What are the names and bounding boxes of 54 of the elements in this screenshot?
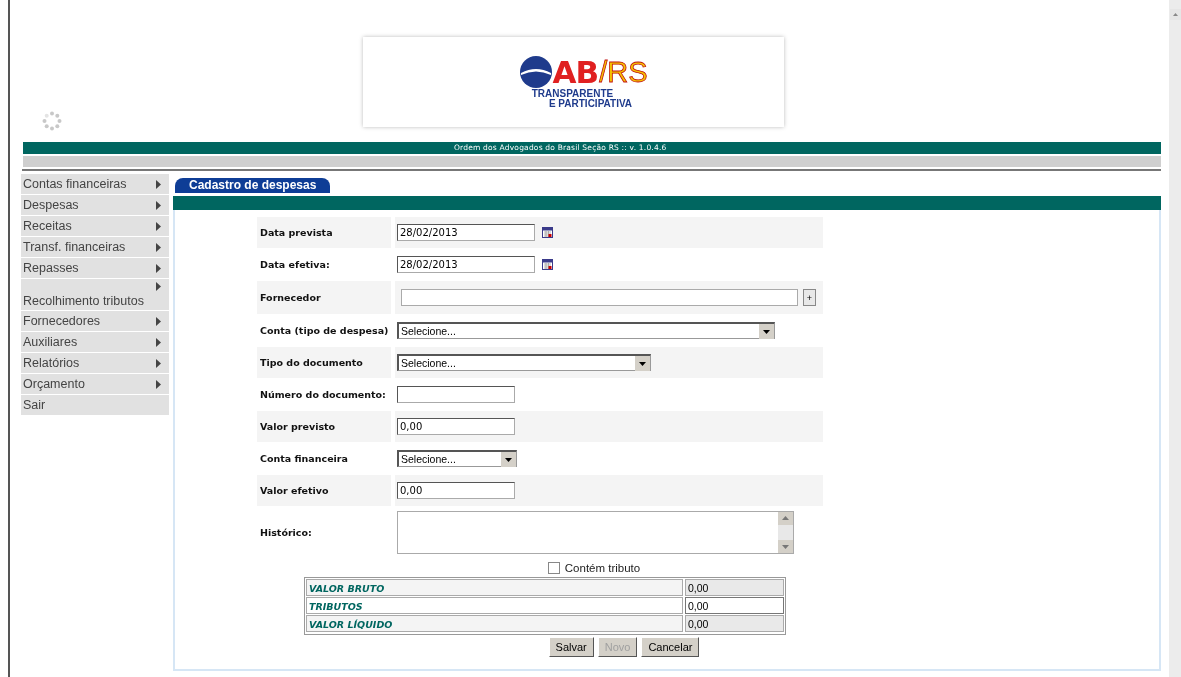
table-cell: TRIBUTOS bbox=[306, 597, 683, 614]
field-label: Histórico: bbox=[260, 526, 312, 538]
field-label: Data prevista bbox=[260, 227, 333, 238]
menu-item[interactable]: Sair bbox=[21, 395, 169, 415]
menu-item[interactable]: Orçamento bbox=[21, 374, 169, 394]
checkbox-label: Contém tributo bbox=[564, 562, 641, 574]
table-cell: 0,00 bbox=[685, 579, 784, 596]
field-label: Valor efetivo bbox=[260, 485, 329, 496]
scrollbar-icon bbox=[778, 511, 793, 553]
dropdown[interactable]: Selecione... bbox=[397, 322, 775, 339]
field-label: Conta (tipo de despesa) bbox=[260, 325, 389, 336]
menu-item[interactable]: Recolhimento tributos bbox=[21, 279, 169, 310]
field-label: Tipo do documento bbox=[260, 357, 363, 368]
loading-spinner-icon bbox=[42, 111, 62, 131]
menu-item[interactable]: Receitas bbox=[21, 216, 169, 236]
scrollbar[interactable] bbox=[1169, 0, 1181, 677]
table-cell: 0,00 bbox=[685, 615, 784, 632]
globe-icon bbox=[519, 56, 552, 88]
logo-tagline: TRANSPARENTE bbox=[531, 88, 614, 100]
menu-item[interactable]: Fornecedores bbox=[21, 311, 169, 331]
date-field[interactable]: 28/02/2013 bbox=[397, 256, 535, 273]
menu-item[interactable]: Repasses bbox=[21, 258, 169, 278]
date-field[interactable]: 28/02/2013 bbox=[397, 224, 535, 241]
input-field[interactable]: 0,00 bbox=[397, 418, 515, 435]
form-button[interactable]: Salvar bbox=[548, 637, 594, 657]
input-field[interactable] bbox=[397, 386, 515, 403]
menu-item[interactable]: Transf. financeiras bbox=[21, 237, 169, 257]
table-cell: VALOR BRUTO bbox=[306, 579, 683, 596]
menu-item[interactable]: Contas financeiras bbox=[21, 174, 169, 194]
supplier-field[interactable] bbox=[401, 289, 798, 306]
field-label: Número do documento: bbox=[260, 389, 386, 400]
add-button[interactable]: + bbox=[803, 289, 816, 306]
logo-text: /RS bbox=[599, 55, 648, 89]
field-label: Fornecedor bbox=[260, 292, 321, 303]
calendar-icon[interactable] bbox=[542, 227, 553, 238]
menu-item[interactable]: Auxiliares bbox=[21, 332, 169, 352]
table-cell: VALOR LÍQUIDO bbox=[306, 615, 683, 632]
menu-item[interactable]: Despesas bbox=[21, 195, 169, 215]
scroll-up-icon[interactable] bbox=[1170, 9, 1181, 20]
form-button[interactable]: Cancelar bbox=[641, 637, 700, 657]
field-label: Valor previsto bbox=[260, 421, 336, 432]
field-label: Data efetiva: bbox=[260, 259, 330, 270]
tab[interactable]: Cadastro de despesas bbox=[175, 178, 331, 193]
field-label: Conta financeira bbox=[260, 453, 348, 464]
logo-text: AB bbox=[552, 54, 599, 90]
checkbox[interactable] bbox=[547, 562, 560, 574]
table-cell: 0,00 bbox=[685, 597, 784, 614]
dropdown[interactable]: Selecione... bbox=[397, 354, 651, 371]
text-area[interactable] bbox=[397, 510, 794, 554]
input-field[interactable]: 0,00 bbox=[397, 482, 515, 499]
logo-tagline: E PARTICIPATIVA bbox=[548, 98, 633, 110]
menu-item[interactable]: Relatórios bbox=[21, 353, 169, 373]
calendar-icon[interactable] bbox=[542, 259, 553, 270]
dropdown[interactable]: Selecione... bbox=[397, 450, 517, 467]
